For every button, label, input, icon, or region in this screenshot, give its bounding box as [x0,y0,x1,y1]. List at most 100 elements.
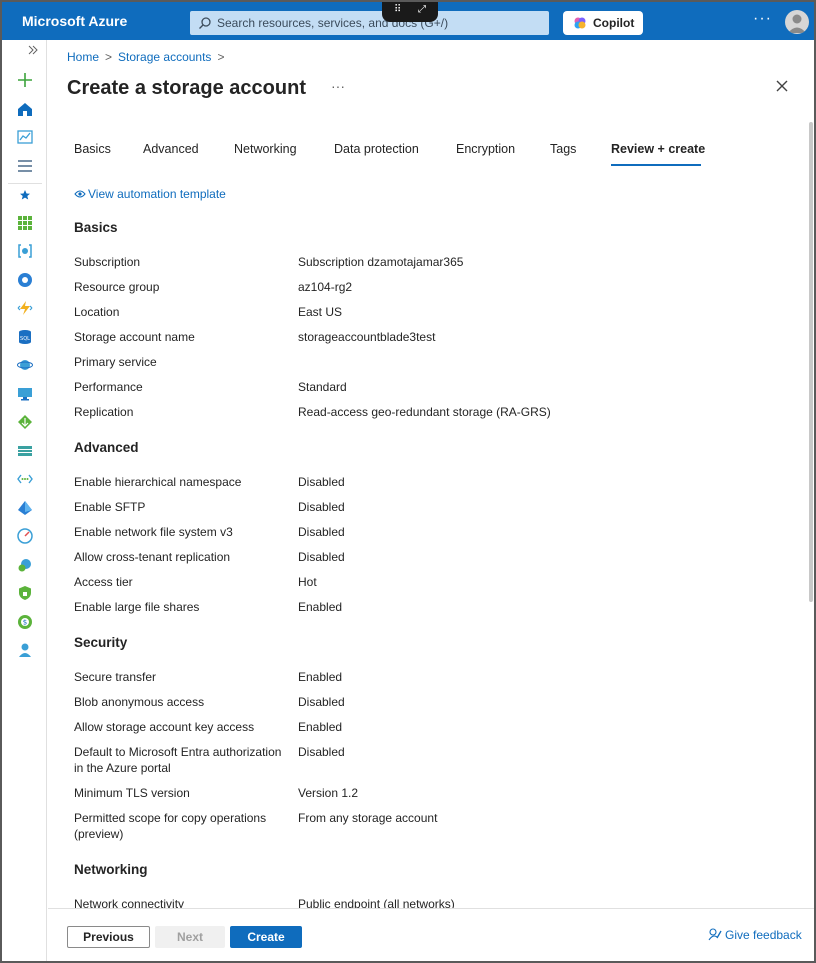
main-content: Home > Storage accounts > Create a storage … [48,40,814,908]
all-services-icon[interactable] [17,158,33,174]
rail-divider [8,183,42,184]
automation-link-label: View automation template [88,187,226,201]
row-label: Location [74,305,120,319]
row-value: Hot [298,575,317,589]
row-label: Storage account name [74,330,195,344]
copilot-label: Copilot [593,16,635,30]
create-resource-icon[interactable] [17,72,33,88]
storage-accounts-icon[interactable] [17,443,33,459]
avatar[interactable] [785,10,809,34]
row-label: Subscription [74,255,141,269]
snap-layout-handle[interactable]: ⠿ ⤢ [382,2,438,22]
more-options-icon[interactable]: ··· [753,10,772,28]
row-value: Subscription dzamotajamar365 [298,255,464,269]
tab-data-protection[interactable]: Data protection [334,142,419,156]
search-icon [199,17,211,29]
cosmos-db-icon[interactable] [17,357,33,373]
breadcrumb-storage-accounts[interactable]: Storage accounts [118,50,211,64]
close-icon[interactable] [774,78,790,94]
row-label: Enable large file shares [74,600,200,614]
entra-id-icon[interactable] [17,500,33,516]
title-more-options-icon[interactable]: ··· [331,78,345,94]
virtual-machines-icon[interactable] [17,386,33,402]
row-value: Enabled [298,670,343,684]
tab-encryption[interactable]: Encryption [456,142,515,156]
row-label: Resource group [74,280,160,294]
row-value: Version 1.2 [298,786,359,800]
advisor-icon[interactable] [17,557,33,573]
all-resources-icon[interactable] [17,215,33,231]
cost-management-icon[interactable]: $ [17,614,33,630]
breadcrumb-home[interactable]: Home [67,50,99,64]
tab-basics[interactable]: Basics [74,142,111,156]
row-label: Enable network file system v3 [74,525,233,539]
row-label: Primary service [74,355,157,369]
row-value: Read-access geo-redundant storage (RA-GR… [298,405,551,419]
copilot-icon [574,17,586,29]
copilot-button[interactable]: Copilot [563,11,643,35]
create-button[interactable]: Create [230,926,302,948]
row-label: Blob anonymous access [74,695,205,709]
footer-bar: Previous Next Create Give feedback [48,908,814,961]
next-button[interactable]: Next [155,926,225,948]
row-label: Allow cross-tenant replication [74,550,231,564]
app-services-icon[interactable] [17,272,33,288]
user-icon [788,14,806,33]
feedback-label: Give feedback [725,928,802,942]
tab-advanced[interactable]: Advanced [143,142,199,156]
row-label: Enable hierarchical namespace [74,475,242,489]
load-balancers-icon[interactable] [17,414,33,430]
row-value: storageaccountblade3test [298,330,436,344]
monitor-icon[interactable] [17,528,33,544]
row-value: Disabled [298,695,345,709]
row-value: East US [298,305,343,319]
breadcrumb-separator: > [105,50,113,64]
section-heading-security: Security [74,635,128,650]
svg-text:$: $ [23,619,27,627]
give-feedback-link[interactable]: Give feedback [708,928,802,942]
eye-icon [74,190,86,198]
active-tab-indicator [611,164,701,166]
feedback-icon [708,928,722,941]
row-label: Default to Microsoft Entra authorization… [74,745,282,775]
section-heading-basics: Basics [74,220,118,235]
virtual-networks-icon[interactable] [17,471,33,487]
row-label: Permitted scope for copy operations (pre… [74,811,267,841]
row-value: az104-rg2 [298,280,353,294]
scrollbar[interactable] [809,122,813,602]
expand-menu-icon[interactable] [27,44,39,56]
page-title: Create a storage account [67,77,306,99]
breadcrumb: Home > Storage accounts > [67,50,230,64]
home-icon[interactable] [17,101,33,117]
row-label: Performance [74,380,143,394]
left-nav-rail: SQL $ [2,40,47,961]
grid-handle-icon: ⠿ [394,4,402,15]
row-value: Standard [298,380,347,394]
tab-review-create[interactable]: Review + create [611,142,705,156]
view-automation-template-link[interactable]: View automation template [74,187,226,201]
previous-button[interactable]: Previous [67,926,150,948]
brand-name[interactable]: Microsoft Azure [22,13,127,29]
row-label: Replication [74,405,134,419]
dashboard-icon[interactable] [17,129,33,145]
section-heading-networking: Networking [74,862,148,877]
row-label: Enable SFTP [74,500,146,514]
sql-database-icon[interactable]: SQL [17,329,33,345]
defender-icon[interactable] [17,585,33,601]
row-label: Network connectivity [74,897,185,908]
row-label: Minimum TLS version [74,786,190,800]
tab-tags[interactable]: Tags [550,142,576,156]
favorites-star-icon[interactable] [17,187,33,203]
row-value: Disabled [298,475,345,489]
help-support-icon[interactable] [17,642,33,658]
tab-networking[interactable]: Networking [234,142,297,156]
row-value: Disabled [298,550,345,564]
breadcrumb-separator: > [217,50,225,64]
resource-groups-icon[interactable] [17,243,33,259]
row-value: Enabled [298,720,343,734]
function-app-icon[interactable] [17,300,33,316]
search-box[interactable]: Search resources, services, and docs (G+… [190,11,549,35]
svg-text:SQL: SQL [20,336,30,342]
portal-window: Microsoft Azure Search resources, servic… [0,0,816,963]
row-value: Disabled [298,745,345,759]
